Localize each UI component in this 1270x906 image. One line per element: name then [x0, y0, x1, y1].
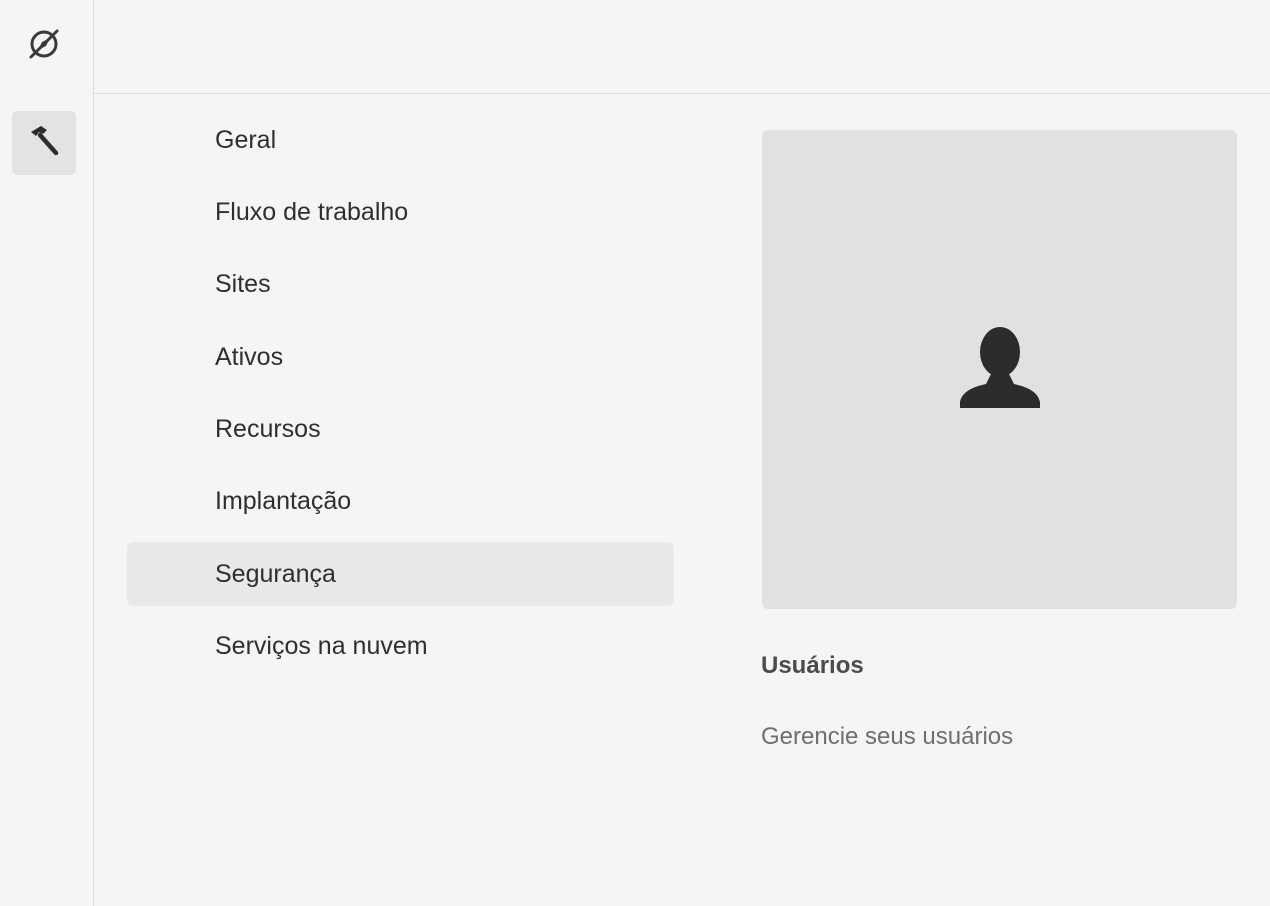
- menu-item-sites[interactable]: Sites: [127, 253, 674, 317]
- top-bar: [94, 0, 1270, 94]
- tools-button[interactable]: [12, 111, 76, 175]
- card-title: Usuários: [761, 652, 864, 679]
- menu-item-label: Fluxo de trabalho: [215, 197, 409, 226]
- menu-item-label: Ativos: [215, 342, 284, 371]
- menu-item-label: Serviços na nuvem: [215, 632, 428, 661]
- menu-item-implantacao[interactable]: Implantação: [127, 470, 674, 534]
- menu-item-servicos-na-nuvem[interactable]: Serviços na nuvem: [127, 615, 674, 679]
- card-thumbnail[interactable]: [762, 130, 1237, 609]
- compass-off-icon: [25, 25, 63, 68]
- menu-item-recursos[interactable]: Recursos: [127, 398, 674, 462]
- hammer-icon: [25, 122, 63, 165]
- users-card[interactable]: [762, 130, 1237, 609]
- app-window: Geral Fluxo de trabalho Sites Ativos Rec…: [0, 0, 1270, 906]
- menu-item-seguranca[interactable]: Segurança: [127, 542, 674, 607]
- menu-item-label: Sites: [215, 270, 271, 299]
- user-icon: [958, 326, 1042, 413]
- menu-item-ativos[interactable]: Ativos: [127, 325, 674, 389]
- left-rail: [0, 0, 94, 906]
- menu-item-label: Segurança: [215, 559, 336, 588]
- menu-item-geral[interactable]: Geral: [127, 108, 674, 172]
- menu-item-label: Implantação: [215, 487, 352, 516]
- navigation-button[interactable]: [12, 14, 76, 78]
- menu-item-label: Geral: [215, 125, 277, 154]
- menu-item-fluxo-de-trabalho[interactable]: Fluxo de trabalho: [127, 180, 674, 244]
- card-description: Gerencie seus usuários: [761, 723, 1014, 750]
- tools-category-menu: Geral Fluxo de trabalho Sites Ativos Rec…: [127, 108, 674, 687]
- menu-item-label: Recursos: [215, 415, 321, 444]
